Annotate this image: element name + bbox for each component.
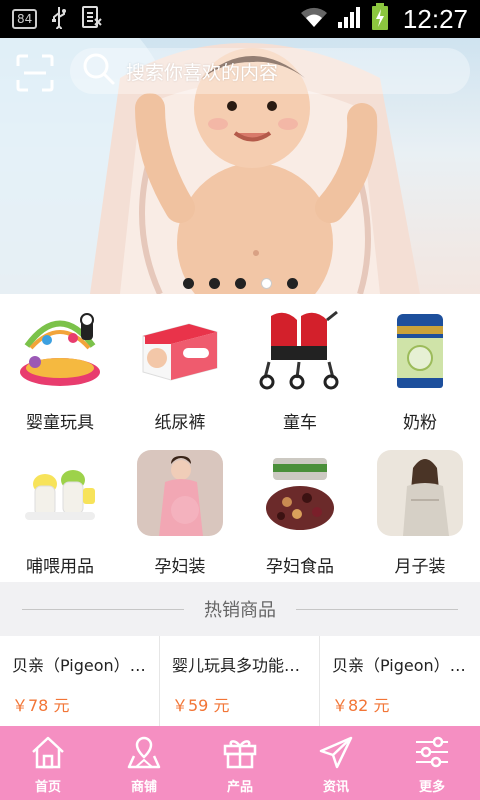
product-price: ￥82 元 [332,696,390,715]
category-postpartum-wear[interactable]: 月子装 [360,438,480,582]
category-maternity-food[interactable]: 孕妇食品 [240,438,360,582]
carousel-dot[interactable] [182,278,194,289]
product-price: ￥59 元 [172,696,230,715]
bottom-nav: 首页 商铺 产品 资讯 更多 [0,726,480,800]
signal-icon [337,5,363,33]
category-label: 婴童玩具 [26,413,94,433]
shop-icon [127,736,161,769]
product-card[interactable]: 贝亲（Pigeon）奶嘴 ￥82 元 [320,636,480,726]
category-grid: 婴童玩具 纸尿裤 童车 奶粉 哺喂用品 孕妇装 孕妇食品 月子装 [0,294,480,582]
nav-products[interactable]: 产品 [192,726,288,800]
nav-shop[interactable]: 商铺 [96,726,192,800]
stroller-image [257,306,343,392]
milk-powder-can-image [377,306,463,392]
hot-products-header: 热销商品 [0,582,480,636]
baby-play-gym-image [17,306,103,392]
promo-banner[interactable]: 搜索你喜欢的内容 [0,38,480,294]
category-label: 奶粉 [403,413,437,433]
product-name: 婴儿玩具多功能健身架 [172,656,311,675]
sim-card-icon [81,5,103,33]
hot-products-list: 贝亲（Pigeon）宽口径奶瓶 ￥78 元 婴儿玩具多功能健身架 ￥59 元 贝… [0,636,480,726]
divider [22,608,184,610]
nav-label: 商铺 [130,780,157,795]
search-icon [82,52,116,90]
carousel-dot[interactable] [208,278,220,289]
nav-label: 更多 [418,780,445,795]
carousel-dot[interactable] [286,278,298,289]
carousel-indicator [0,278,480,289]
clock-time: 12:27 [402,3,468,34]
category-milk-powder[interactable]: 奶粉 [360,294,480,438]
product-name: 贝亲（Pigeon）宽口径奶瓶 [12,656,151,675]
nav-more[interactable]: 更多 [384,726,480,800]
home-icon [32,736,64,769]
category-label: 哺喂用品 [26,557,94,577]
category-label: 月子装 [394,557,446,577]
section-title: 热销商品 [204,600,276,621]
sliders-icon [416,736,448,768]
category-label: 孕妇食品 [266,557,334,577]
diaper-box-image [137,306,223,392]
category-label: 孕妇装 [154,557,206,577]
scan-icon[interactable] [14,52,56,94]
nav-label: 产品 [226,780,253,795]
category-label: 纸尿裤 [154,413,206,433]
category-label: 童车 [283,413,317,433]
feeding-supplies-image [17,450,103,536]
search-bar[interactable]: 搜索你喜欢的内容 [70,48,470,94]
postpartum-wear-image [377,450,463,536]
gift-icon [223,740,257,769]
search-placeholder: 搜索你喜欢的内容 [126,61,279,84]
category-maternity-dress[interactable]: 孕妇装 [120,438,240,582]
usb-icon [51,5,67,33]
battery-charging-icon [371,3,389,35]
maternity-dress-image [137,450,223,536]
nav-label: 资讯 [322,780,349,795]
carousel-dot[interactable] [234,278,246,289]
notification-count-badge: 84 [12,9,38,29]
status-bar: 84 12:27 [0,0,480,38]
maternity-food-image [257,450,343,536]
category-diapers[interactable]: 纸尿裤 [120,294,240,438]
product-card[interactable]: 婴儿玩具多功能健身架 ￥59 元 [160,636,320,726]
category-feeding-supplies[interactable]: 哺喂用品 [0,438,120,582]
nav-home[interactable]: 首页 [0,726,96,800]
product-price: ￥78 元 [12,696,70,715]
category-baby-toys[interactable]: 婴童玩具 [0,294,120,438]
wifi-icon [299,5,329,33]
product-name: 贝亲（Pigeon）奶嘴 [332,656,472,675]
send-icon [319,736,353,769]
product-card[interactable]: 贝亲（Pigeon）宽口径奶瓶 ￥78 元 [0,636,160,726]
category-strollers[interactable]: 童车 [240,294,360,438]
carousel-dot-active[interactable] [260,278,272,289]
divider [296,608,458,610]
nav-news[interactable]: 资讯 [288,726,384,800]
nav-label: 首页 [34,780,61,795]
